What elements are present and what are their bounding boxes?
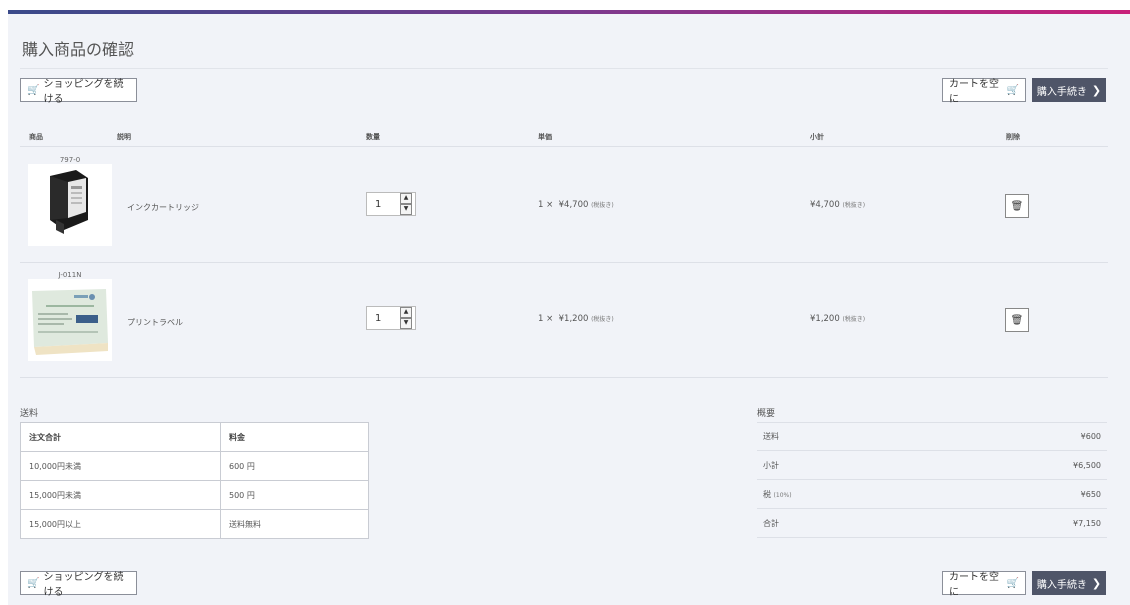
header-unit-price: 単価 <box>538 133 552 141</box>
quantity-stepper[interactable]: 1 ▲ ▼ <box>366 192 416 216</box>
summary-row-label: 送料 <box>763 432 779 441</box>
delete-item-button[interactable]: 🗑 <box>1005 194 1029 218</box>
title-divider <box>20 68 1108 69</box>
summary-row-label: 合計 <box>763 518 779 528</box>
shipping-cell: 15,000円未満 <box>20 480 221 510</box>
checkout-button-top[interactable]: 購入手続き ❯ <box>1032 78 1106 102</box>
shipping-label: 送料 <box>20 409 39 419</box>
checkout-label: 購入手続き <box>1036 86 1087 98</box>
shipping-header-total: 注文合計 <box>20 422 221 452</box>
product-image-ink-cartridge[interactable] <box>28 164 112 246</box>
table-row: 15,000円以上 送料無料 <box>20 509 369 539</box>
unit-multiplier: 1 × <box>538 314 554 324</box>
row-divider <box>20 262 1108 263</box>
unit-price-value: ¥1,200 <box>558 314 589 324</box>
item-description: プリントラベル <box>127 318 183 327</box>
unit-price: 1 × ¥1,200 (税抜き) <box>538 314 614 324</box>
summary-row-label: 税 (10%) <box>763 489 792 500</box>
empty-cart-label: カートを空に <box>949 79 999 105</box>
item-sku: 797-0 <box>59 156 81 164</box>
subtotal-value: ¥4,700 <box>810 200 840 210</box>
cart-icon: 🛒 <box>1006 577 1019 589</box>
empty-cart-label: カートを空に <box>949 572 999 598</box>
table-row: 15,000円未満 500 円 <box>20 480 369 510</box>
subtotal-value: ¥1,200 <box>810 314 840 324</box>
item-sku: J-011N <box>58 271 82 279</box>
tax-note: (税抜き) <box>842 202 866 209</box>
shipping-cell: 600 円 <box>220 451 369 481</box>
decrement-icon[interactable]: ▼ <box>400 204 412 215</box>
header-description: 説明 <box>117 133 131 141</box>
summary-row-value: ¥600 <box>1080 432 1101 441</box>
cart-icon: 🛒 <box>27 577 40 589</box>
shipping-cell: 500 円 <box>220 480 369 510</box>
summary-label: 概要 <box>757 409 776 419</box>
checkout-button-bottom[interactable]: 購入手続き ❯ <box>1032 571 1106 595</box>
delete-item-button[interactable]: 🗑 <box>1005 308 1029 332</box>
increment-icon[interactable]: ▲ <box>400 307 412 318</box>
summary-row-label: 小計 <box>763 460 779 470</box>
shipping-header-fee: 料金 <box>220 422 369 452</box>
continue-shopping-label: ショッピングを続ける <box>43 572 124 598</box>
continue-shopping-button-bottom[interactable]: 🛒 ショッピングを続ける <box>20 571 137 598</box>
unit-price: 1 × ¥4,700 (税抜き) <box>538 200 614 210</box>
summary-row-subtotal: 小計 ¥6,500 <box>757 451 1107 480</box>
quantity-value: 1 <box>375 312 382 324</box>
summary-row-value: ¥7,150 <box>1073 518 1101 528</box>
unit-multiplier: 1 × <box>538 200 554 210</box>
item-subtotal: ¥4,700 (税抜き) <box>810 200 865 210</box>
decrement-icon[interactable]: ▼ <box>400 318 412 329</box>
shipping-cell: 送料無料 <box>220 509 369 539</box>
cart-icon: 🛒 <box>27 84 40 96</box>
empty-cart-button-top[interactable]: カートを空に 🛒 <box>942 78 1026 105</box>
summary-tax-rate: (10%) <box>773 491 792 499</box>
shipping-table: 注文合計 料金 10,000円未満 600 円 15,000円未満 500 円 … <box>20 422 369 539</box>
shipping-cell: 15,000円以上 <box>20 509 221 539</box>
checkout-label: 購入手続き <box>1036 579 1087 591</box>
item-subtotal: ¥1,200 (税抜き) <box>810 314 865 324</box>
header-delete: 削除 <box>1006 133 1020 141</box>
tax-note: (税抜き) <box>591 316 614 323</box>
chevron-right-icon: ❯ <box>1091 83 1102 97</box>
table-row: 10,000円未満 600 円 <box>20 451 369 481</box>
empty-cart-button-bottom[interactable]: カートを空に 🛒 <box>942 571 1026 598</box>
cart-page: 購入商品の確認 🛒 ショッピングを続ける カートを空に 🛒 購入手続き ❯ 商品… <box>8 14 1130 605</box>
page-title: 購入商品の確認 <box>22 40 135 59</box>
quantity-stepper[interactable]: 1 ▲ ▼ <box>366 306 416 330</box>
order-summary: 送料 ¥600 小計 ¥6,500 税 (10%) ¥650 合計 ¥7,150 <box>757 422 1107 538</box>
summary-tax-label: 税 <box>763 489 771 499</box>
tax-note: (税抜き) <box>591 202 614 209</box>
header-product: 商品 <box>29 133 43 141</box>
summary-row-shipping: 送料 ¥600 <box>757 422 1107 451</box>
row-divider <box>20 377 1108 378</box>
unit-price-value: ¥4,700 <box>558 200 589 210</box>
summary-row-value: ¥6,500 <box>1073 460 1101 470</box>
summary-row-tax: 税 (10%) ¥650 <box>757 480 1107 509</box>
header-subtotal: 小計 <box>810 133 824 141</box>
summary-row-total: 合計 ¥7,150 <box>757 509 1107 538</box>
increment-icon[interactable]: ▲ <box>400 193 412 204</box>
continue-shopping-button-top[interactable]: 🛒 ショッピングを続ける <box>20 78 137 105</box>
trash-icon: 🗑 <box>1010 200 1024 212</box>
header-divider <box>20 146 1108 147</box>
cart-icon: 🛒 <box>1006 84 1019 96</box>
quantity-value: 1 <box>375 198 382 210</box>
summary-row-value: ¥650 <box>1080 489 1101 499</box>
continue-shopping-label: ショッピングを続ける <box>43 79 124 105</box>
shipping-cell: 10,000円未満 <box>20 451 221 481</box>
chevron-right-icon: ❯ <box>1091 576 1102 590</box>
item-description: インクカートリッジ <box>127 203 199 212</box>
product-image-print-label[interactable] <box>28 279 112 361</box>
trash-icon: 🗑 <box>1010 314 1024 326</box>
tax-note: (税抜き) <box>842 316 866 323</box>
header-quantity: 数量 <box>366 133 380 141</box>
table-row: 注文合計 料金 <box>20 422 369 452</box>
